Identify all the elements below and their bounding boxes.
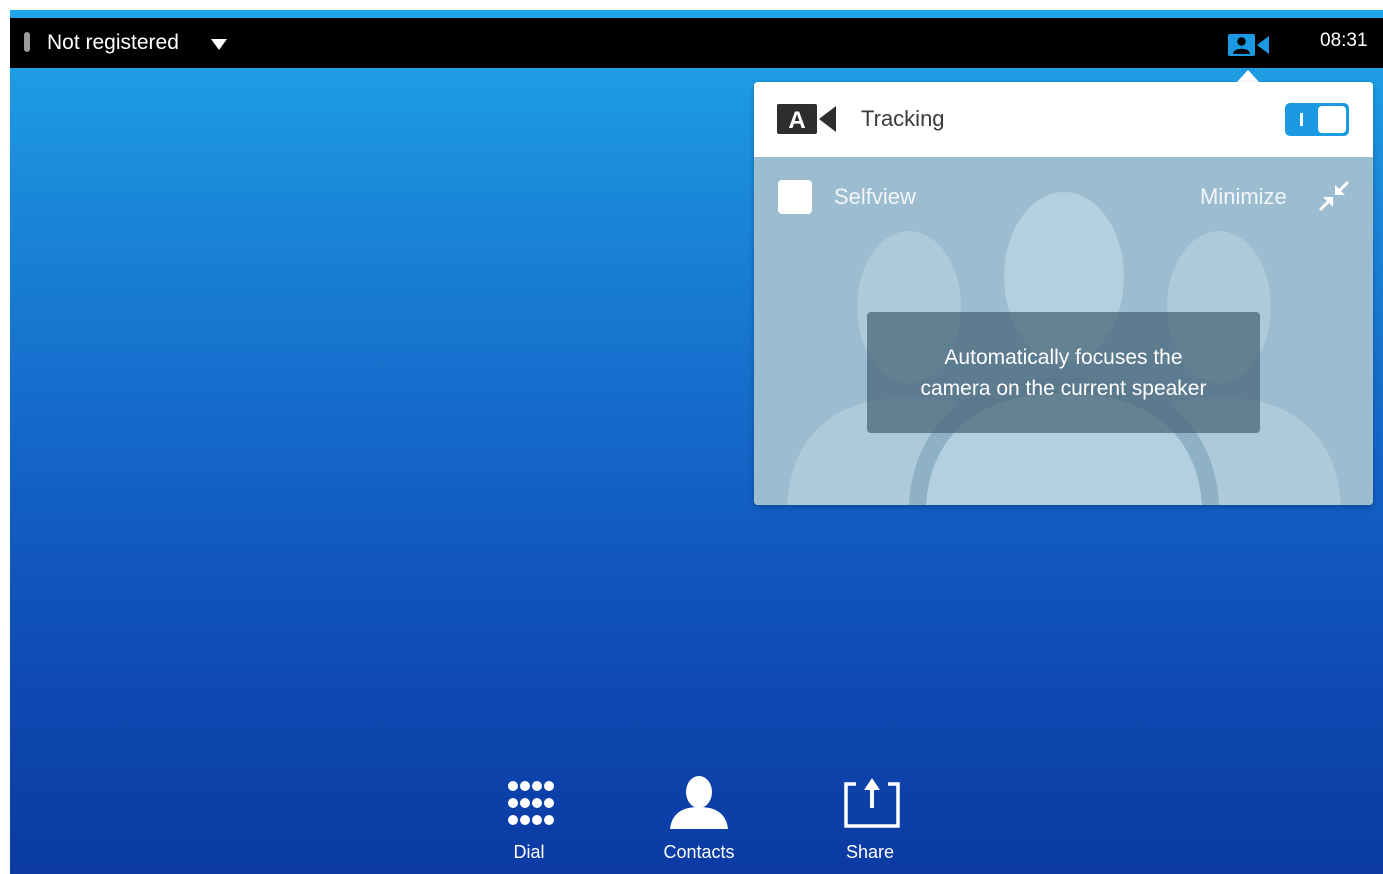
dial-button[interactable]: Dial	[474, 774, 584, 866]
contacts-button[interactable]: Contacts	[644, 774, 754, 866]
contact-person-icon	[670, 776, 728, 829]
tracking-label: Tracking	[861, 106, 945, 131]
selfview-checkbox[interactable]	[778, 180, 812, 214]
status-bar: Not registered 08:31	[10, 18, 1383, 68]
tooltip-line: Automatically focuses the	[944, 345, 1183, 369]
minimize-icon[interactable]	[1316, 178, 1352, 214]
minimize-label[interactable]: Minimize	[1200, 184, 1287, 210]
home-screen: Not registered 08:31 A Tracking Selfview…	[10, 10, 1383, 874]
registration-status[interactable]: Not registered	[47, 31, 179, 55]
share-icon	[844, 778, 900, 828]
camera-control-button[interactable]	[1228, 33, 1270, 57]
clock: 08:31	[1320, 30, 1368, 51]
camera-icon	[1228, 34, 1269, 56]
dial-label: Dial	[513, 842, 545, 862]
tracking-tooltip: Automatically focuses the camera on the …	[867, 312, 1260, 433]
tooltip-text: Automatically focuses the camera on the …	[921, 342, 1207, 404]
tooltip-line: camera on the current speaker	[920, 376, 1207, 400]
chevron-down-icon[interactable]	[211, 39, 227, 50]
tracking-row: A Tracking	[754, 82, 1373, 157]
selfview-label[interactable]: Selfview	[834, 184, 916, 210]
auto-camera-icon: A	[777, 104, 836, 134]
share-label: Share	[845, 842, 895, 862]
toggle-on-mark	[1300, 113, 1303, 126]
tracking-toggle[interactable]	[1285, 103, 1349, 136]
camera-popover: A Tracking Selfview Minimize Automatical…	[754, 82, 1373, 505]
contacts-label: Contacts	[663, 842, 735, 862]
auto-camera-letter: A	[788, 107, 805, 134]
toggle-knob	[1318, 106, 1346, 133]
share-button[interactable]: Share	[815, 774, 925, 866]
dialpad-icon	[508, 781, 554, 825]
registration-indicator-icon	[24, 32, 30, 52]
selfview-preview: Selfview Minimize Automatically focuses …	[754, 157, 1373, 505]
